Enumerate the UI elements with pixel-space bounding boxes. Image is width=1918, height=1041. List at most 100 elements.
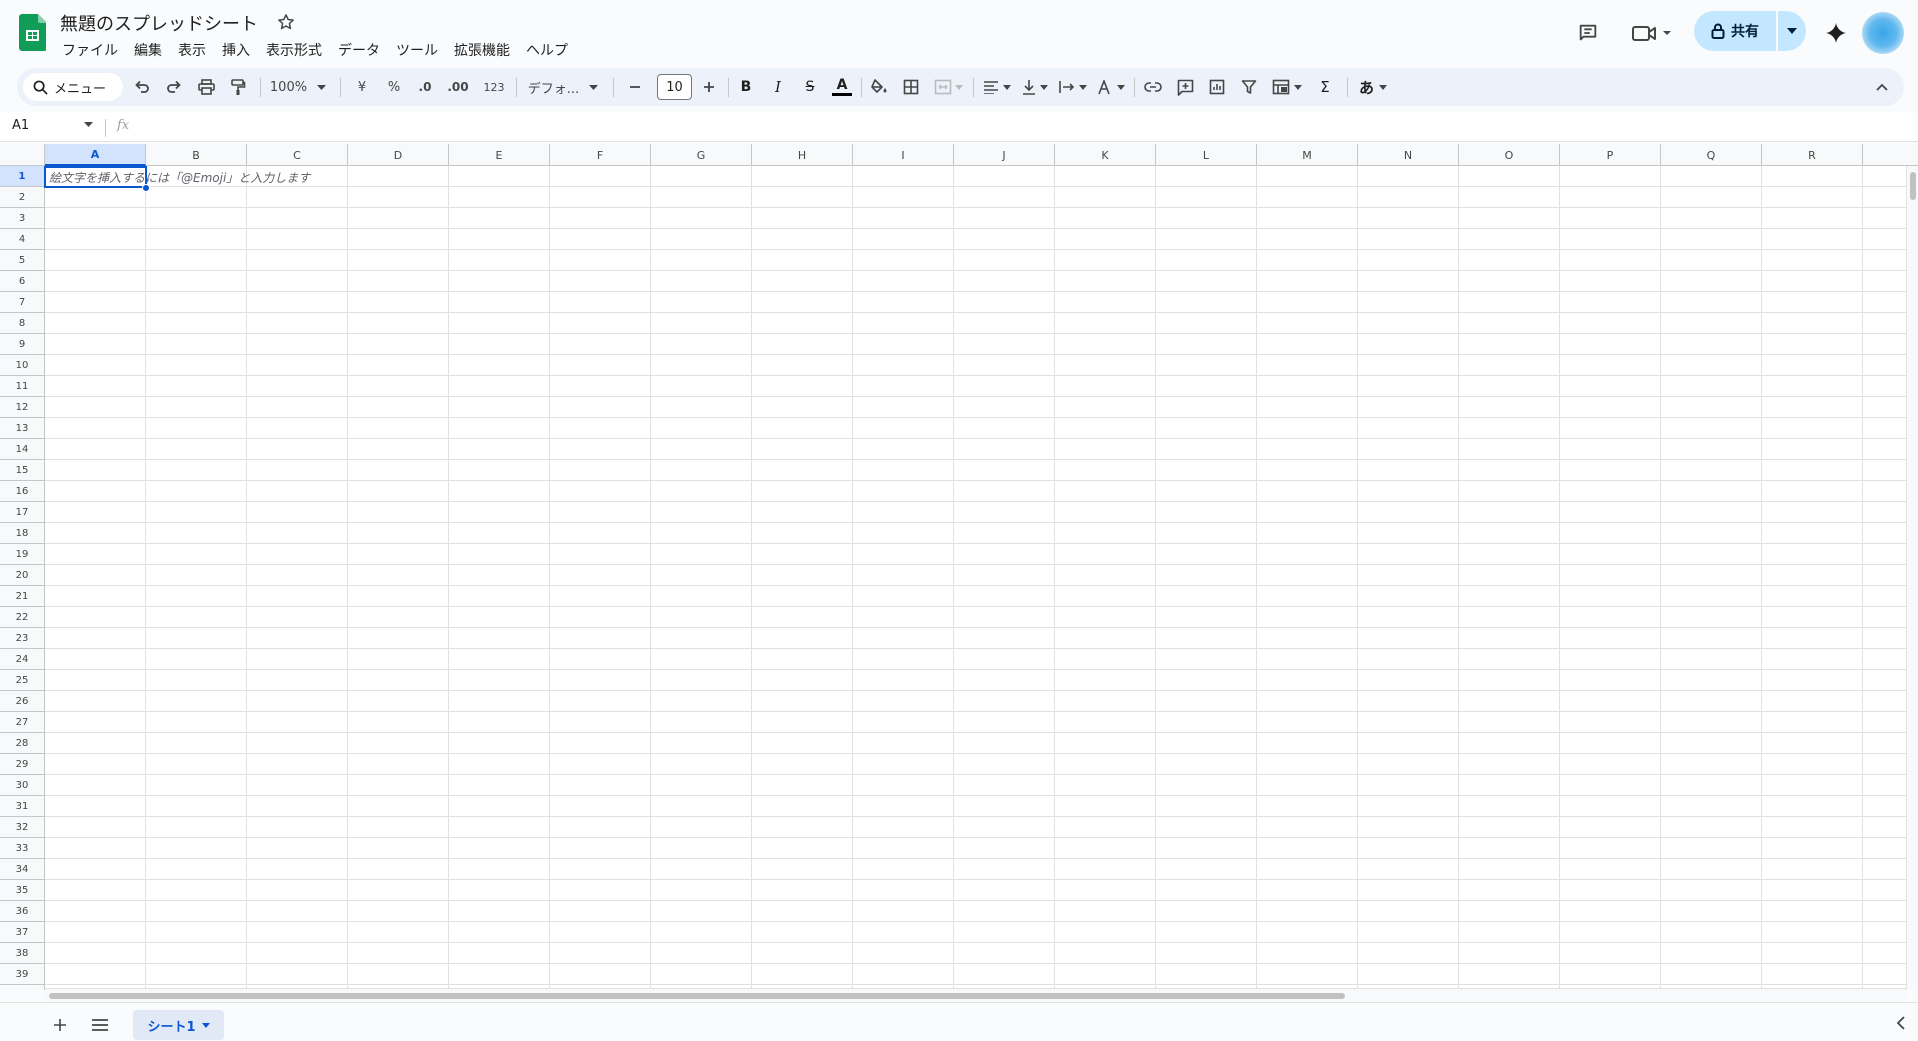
more-formats-button[interactable]: 123 xyxy=(478,73,510,101)
text-color-button[interactable]: A xyxy=(829,73,855,101)
row-header[interactable]: 35 xyxy=(0,880,44,901)
row-header[interactable]: 5 xyxy=(0,250,44,271)
column-header[interactable]: C xyxy=(247,144,348,166)
row-header[interactable]: 29 xyxy=(0,754,44,775)
row-header[interactable]: 25 xyxy=(0,670,44,691)
increase-decimal-button[interactable]: .00 xyxy=(441,73,475,101)
share-main[interactable]: 共有 xyxy=(1694,11,1776,51)
functions-button[interactable]: Σ xyxy=(1311,73,1339,101)
row-header[interactable]: 34 xyxy=(0,859,44,880)
menu-data[interactable]: データ xyxy=(330,38,388,60)
row-header[interactable]: 8 xyxy=(0,313,44,334)
borders-icon[interactable] xyxy=(898,73,924,101)
row-header[interactable]: 2 xyxy=(0,187,44,208)
column-header[interactable]: P xyxy=(1560,144,1661,166)
menu-help[interactable]: ヘルプ xyxy=(518,38,576,60)
column-header[interactable]: A xyxy=(45,144,146,166)
spreadsheet-grid[interactable]: ABCDEFGHIJKLMNOPQR 1 2 3 4 5 6 7 8 9 10 11 12 13 14 15… xyxy=(0,144,1918,990)
font-select[interactable]: デフォ... xyxy=(521,73,605,101)
star-icon[interactable] xyxy=(276,12,296,32)
row-header[interactable]: 17 xyxy=(0,502,44,523)
vertical-scrollbar[interactable] xyxy=(1906,166,1918,990)
menu-file[interactable]: ファイル xyxy=(54,38,126,60)
row-header[interactable]: 38 xyxy=(0,943,44,964)
currency-format-button[interactable]: ¥ xyxy=(349,73,375,101)
column-header[interactable]: I xyxy=(853,144,954,166)
bold-button[interactable]: B xyxy=(733,73,759,101)
share-dropdown-icon[interactable] xyxy=(1778,11,1806,51)
row-header[interactable]: 15 xyxy=(0,460,44,481)
menu-search[interactable]: メニュー xyxy=(23,73,123,101)
share-button[interactable]: 共有 xyxy=(1694,11,1806,51)
vertical-scroll-thumb[interactable] xyxy=(1910,172,1916,200)
column-header[interactable]: N xyxy=(1358,144,1459,166)
row-header[interactable]: 21 xyxy=(0,586,44,607)
horizontal-scrollbar[interactable] xyxy=(45,988,1906,1002)
row-header[interactable]: 7 xyxy=(0,292,44,313)
merge-cells-icon[interactable] xyxy=(929,73,967,101)
row-header[interactable]: 9 xyxy=(0,334,44,355)
row-header[interactable]: 19 xyxy=(0,544,44,565)
text-wrapping-icon[interactable] xyxy=(1055,73,1091,101)
row-header[interactable]: 12 xyxy=(0,397,44,418)
row-header[interactable]: 24 xyxy=(0,649,44,670)
percent-format-button[interactable]: % xyxy=(381,73,407,101)
row-header[interactable]: 10 xyxy=(0,355,44,376)
row-header[interactable]: 32 xyxy=(0,817,44,838)
fill-color-icon[interactable] xyxy=(866,73,892,101)
sheet-tab[interactable]: シート1 xyxy=(133,1010,224,1040)
chevron-down-icon[interactable] xyxy=(84,122,93,127)
row-header[interactable]: 28 xyxy=(0,733,44,754)
row-header[interactable]: 18 xyxy=(0,523,44,544)
strikethrough-button[interactable]: S xyxy=(797,73,823,101)
row-header[interactable]: 4 xyxy=(0,229,44,250)
column-header[interactable]: O xyxy=(1459,144,1560,166)
horizontal-align-icon[interactable] xyxy=(979,73,1015,101)
select-all-corner[interactable] xyxy=(0,144,45,166)
undo-icon[interactable] xyxy=(129,73,155,101)
row-header[interactable]: 36 xyxy=(0,901,44,922)
menu-edit[interactable]: 編集 xyxy=(126,38,170,60)
formula-input[interactable] xyxy=(140,116,1900,138)
row-header[interactable]: 16 xyxy=(0,481,44,502)
decrease-decimal-button[interactable]: .0 xyxy=(410,73,440,101)
all-sheets-icon[interactable] xyxy=(88,1013,112,1037)
row-header[interactable]: 13 xyxy=(0,418,44,439)
horizontal-scroll-thumb[interactable] xyxy=(49,993,1345,999)
filter-views-icon[interactable] xyxy=(1267,73,1307,101)
collapse-toolbar-icon[interactable] xyxy=(1869,73,1895,101)
column-header[interactable]: M xyxy=(1257,144,1358,166)
row-header[interactable]: 37 xyxy=(0,922,44,943)
menu-insert[interactable]: 挿入 xyxy=(214,38,258,60)
row-header[interactable]: 1 xyxy=(0,166,44,187)
side-panel-toggle-icon[interactable] xyxy=(1896,1015,1906,1034)
menu-view[interactable]: 表示 xyxy=(170,38,214,60)
filter-icon[interactable] xyxy=(1235,73,1263,101)
font-size-input[interactable]: 10 xyxy=(657,74,692,100)
row-header[interactable]: 6 xyxy=(0,271,44,292)
avatar[interactable] xyxy=(1862,12,1904,54)
insert-comment-icon[interactable] xyxy=(1171,73,1199,101)
row-header[interactable]: 30 xyxy=(0,775,44,796)
paint-format-icon[interactable] xyxy=(225,73,251,101)
vertical-align-icon[interactable] xyxy=(1017,73,1053,101)
row-header[interactable]: 31 xyxy=(0,796,44,817)
row-header[interactable]: 23 xyxy=(0,628,44,649)
menu-tools[interactable]: ツール xyxy=(388,38,446,60)
comments-icon[interactable] xyxy=(1574,19,1602,47)
row-header[interactable]: 26 xyxy=(0,691,44,712)
row-header[interactable]: 27 xyxy=(0,712,44,733)
column-header[interactable]: F xyxy=(550,144,651,166)
column-header[interactable]: E xyxy=(449,144,550,166)
row-header[interactable]: 11 xyxy=(0,376,44,397)
add-sheet-icon[interactable] xyxy=(48,1013,72,1037)
column-header[interactable]: B xyxy=(146,144,247,166)
menu-extensions[interactable]: 拡張機能 xyxy=(446,38,518,60)
insert-link-icon[interactable] xyxy=(1139,73,1167,101)
row-header[interactable]: 33 xyxy=(0,838,44,859)
gemini-sparkle-icon[interactable] xyxy=(1822,19,1850,47)
row-header[interactable]: 14 xyxy=(0,439,44,460)
column-header[interactable]: L xyxy=(1156,144,1257,166)
meet-icon[interactable] xyxy=(1628,19,1676,47)
text-rotation-icon[interactable] xyxy=(1093,73,1129,101)
